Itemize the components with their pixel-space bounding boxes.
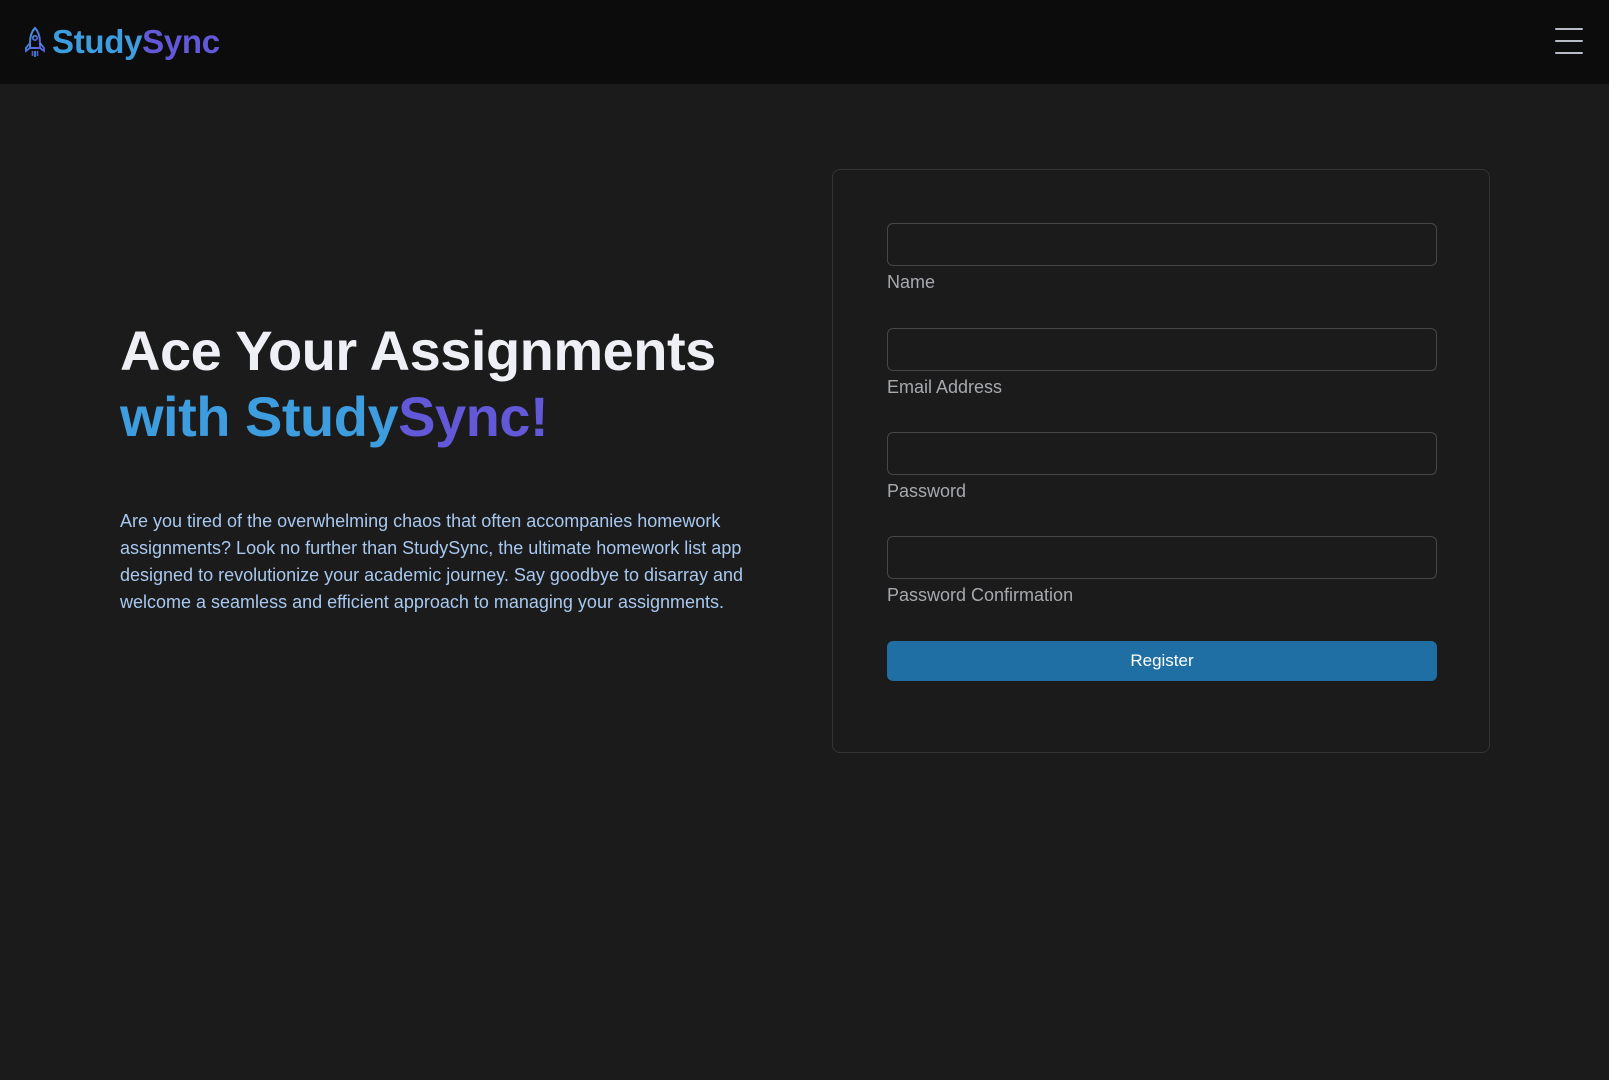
hero-title-line2: with StudySync! <box>120 384 780 450</box>
hamburger-line <box>1555 28 1583 30</box>
hero-title-with: with <box>120 385 246 448</box>
password-confirmation-field-group: Password Confirmation <box>887 536 1437 607</box>
password-field-group: Password <box>887 432 1437 503</box>
navbar: StudySync <box>0 0 1609 84</box>
hamburger-menu-icon[interactable] <box>1555 28 1583 54</box>
hero-title-line1: Ace Your Assignments <box>120 319 716 382</box>
hamburger-line <box>1555 40 1583 42</box>
password-confirmation-input[interactable] <box>887 536 1437 579</box>
register-form-card: Name Email Address Password Password Con… <box>832 169 1490 753</box>
password-confirmation-label: Password Confirmation <box>887 585 1074 605</box>
name-input[interactable] <box>887 223 1437 266</box>
hero-description: Are you tired of the overwhelming chaos … <box>120 511 744 612</box>
hero-title: Ace Your Assignments with StudySync! <box>120 318 780 450</box>
rocket-icon <box>25 26 45 57</box>
email-label: Email Address <box>887 377 1003 397</box>
name-field-group: Name <box>887 223 1437 294</box>
email-field-group: Email Address <box>887 328 1437 399</box>
brand-logo-link[interactable]: StudySync <box>24 20 220 64</box>
hero-section: Ace Your Assignments with StudySync! Are… <box>120 318 780 616</box>
hamburger-line <box>1555 52 1583 54</box>
name-label: Name <box>887 272 936 292</box>
password-input[interactable] <box>887 432 1437 475</box>
hero-title-study: Study <box>245 385 399 448</box>
brand-name-part2: Sync <box>142 23 220 60</box>
brand-name-part1: Study <box>52 23 143 60</box>
email-input[interactable] <box>887 328 1437 371</box>
hero-title-sync: Sync! <box>398 385 549 448</box>
password-label: Password <box>887 481 967 501</box>
brand-name: StudySync <box>52 23 220 61</box>
register-button[interactable]: Register <box>887 641 1437 681</box>
